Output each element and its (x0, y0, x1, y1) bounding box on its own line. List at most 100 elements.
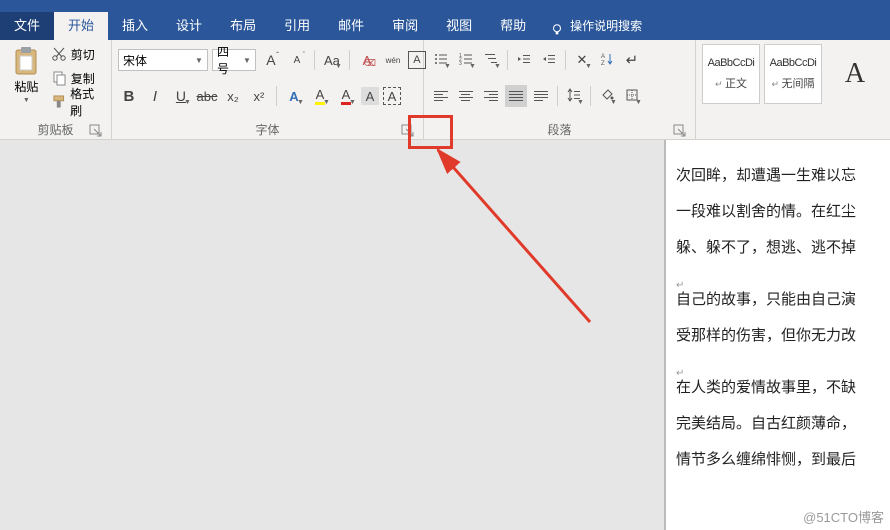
lightbulb-icon (550, 19, 564, 33)
underline-button[interactable]: U▼ (170, 85, 192, 107)
change-case-button[interactable]: Aa▼ (321, 49, 343, 71)
document-page[interactable]: 次回眸，却遭遇一生难以忘 一段难以割舍的情。在红尘 躲、躲不了，想逃、逃不掉 ↵… (665, 140, 890, 530)
style-no-spacing[interactable]: AaBbCcDi 无间隔 (764, 44, 822, 104)
group-clipboard: 粘贴 ▼ 剪切 复制 (0, 40, 112, 139)
font-dialog-launcher[interactable] (401, 124, 415, 138)
tab-help[interactable]: 帮助 (486, 12, 540, 40)
align-right-button[interactable] (480, 85, 502, 107)
sort-icon: AZ (600, 52, 614, 69)
text-line: 躲、躲不了，想逃、逃不掉 (676, 230, 890, 266)
shrink-font-button[interactable]: Aˇ (286, 49, 308, 71)
align-left-button[interactable] (430, 85, 452, 107)
group-styles: AaBbCcDi 正文 AaBbCcDi 无间隔 A (696, 40, 890, 139)
separator (557, 86, 558, 106)
text-line: 次回眸，却遭遇一生难以忘 (676, 158, 890, 194)
align-center-button[interactable] (455, 85, 477, 107)
tab-mailings[interactable]: 邮件 (324, 12, 378, 40)
style-sample: AaBbCcDi (708, 57, 755, 69)
watermark: @51CTO博客 (803, 507, 884, 526)
bold-button[interactable]: B (118, 85, 140, 107)
ribbon-tabs: 文件 开始 插入 设计 布局 引用 邮件 审阅 视图 帮助 操作说明搜索 (0, 12, 890, 40)
tab-home[interactable]: 开始 (54, 12, 108, 40)
style-heading-peek[interactable]: A (826, 44, 884, 104)
cut-button[interactable]: 剪切 (51, 44, 105, 64)
char-border-button[interactable]: A (383, 87, 401, 105)
separator (507, 50, 508, 70)
highlight-button[interactable]: A▼ (309, 85, 331, 107)
font-size-combo[interactable]: 四号 ▼ (212, 49, 256, 71)
chevron-down-icon: ▼ (239, 56, 251, 65)
font-name-value: 宋体 (123, 52, 147, 69)
numbering-button[interactable]: 123 ▼ (455, 49, 477, 71)
align-distribute-button[interactable] (530, 85, 552, 107)
italic-button[interactable]: I (144, 85, 166, 107)
text-line: 一段难以割舍的情。在红尘 (676, 194, 890, 230)
enclose-char-button[interactable]: A (408, 51, 426, 69)
font-size-value: 四号 (217, 43, 239, 77)
tab-review[interactable]: 审阅 (378, 12, 432, 40)
paste-icon (12, 46, 40, 76)
borders-button[interactable]: ▼ (621, 85, 643, 107)
title-strip (0, 0, 890, 12)
align-center-icon (459, 89, 473, 103)
separator (590, 86, 591, 106)
font-color-button[interactable]: A▼ (335, 85, 357, 107)
separator (565, 50, 566, 70)
tell-me-search[interactable]: 操作说明搜索 (540, 12, 652, 40)
bullets-button[interactable]: ▼ (430, 49, 452, 71)
align-justify-button[interactable] (505, 85, 527, 107)
tab-design[interactable]: 设计 (162, 12, 216, 40)
clear-format-button[interactable]: A⌫ (356, 49, 378, 71)
text-direction-button[interactable]: ✕▼ (571, 49, 593, 71)
style-normal[interactable]: AaBbCcDi 正文 (702, 44, 760, 104)
group-paragraph: ▼ 123 ▼ ▼ ✕▼ AZ ↵ (424, 40, 696, 139)
svg-text:3: 3 (459, 61, 462, 66)
tab-layout[interactable]: 布局 (216, 12, 270, 40)
increase-indent-button[interactable] (538, 49, 560, 71)
format-painter-label: 格式刷 (70, 85, 105, 119)
selected-text-line: 受那样的伤害，但你无力改 (676, 327, 856, 344)
tab-insert[interactable]: 插入 (108, 12, 162, 40)
tab-references[interactable]: 引用 (270, 12, 324, 40)
group-label-styles (702, 121, 884, 139)
cut-label: 剪切 (71, 46, 95, 63)
pilcrow-icon: ↵ (626, 51, 639, 69)
separator (276, 86, 277, 106)
show-marks-button[interactable]: ↵ (621, 49, 643, 71)
clipboard-dialog-launcher[interactable] (89, 124, 103, 138)
strike-button[interactable]: abc (196, 85, 218, 107)
decrease-indent-button[interactable] (513, 49, 535, 71)
svg-text:A: A (601, 54, 605, 60)
tab-view[interactable]: 视图 (432, 12, 486, 40)
separator (349, 50, 350, 70)
group-font: 宋体 ▼ 四号 ▼ Aˆ Aˇ Aa▼ A⌫ wén A B I U▼ (112, 40, 424, 139)
brush-icon (51, 94, 66, 110)
subscript-button[interactable]: x₂ (222, 85, 244, 107)
sort-button[interactable]: AZ (596, 49, 618, 71)
copy-icon (51, 70, 67, 86)
paragraph-mark: ↵ (676, 266, 890, 282)
scissors-icon (51, 46, 67, 62)
char-shading-button[interactable]: A (361, 87, 379, 105)
group-label-clipboard: 剪贴板 (6, 121, 105, 139)
text-line: 情节多么缠绵悱恻，到最后 (676, 442, 890, 478)
multilevel-list-button[interactable]: ▼ (480, 49, 502, 71)
group-label-font: 字体 (118, 121, 417, 139)
style-name: 正文 (715, 75, 747, 91)
tab-file[interactable]: 文件 (0, 12, 54, 40)
text-line: 完美结局。自古红颜薄命， (676, 406, 890, 442)
shading-button[interactable]: ▼ (596, 85, 618, 107)
style-name: 无间隔 (771, 75, 814, 91)
phonetic-guide-button[interactable]: wén (382, 49, 404, 71)
format-painter-button[interactable]: 格式刷 (51, 92, 105, 112)
line-spacing-button[interactable]: ▼ (563, 85, 585, 107)
page-gutter (0, 140, 665, 530)
grow-font-button[interactable]: Aˆ (260, 49, 282, 71)
font-name-combo[interactable]: 宋体 ▼ (118, 49, 208, 71)
paste-button[interactable]: 粘贴 ▼ (6, 42, 47, 104)
text-effects-button[interactable]: A▼ (283, 85, 305, 107)
indent-icon (542, 52, 556, 69)
chevron-down-icon: ▼ (191, 56, 203, 65)
superscript-button[interactable]: x² (248, 85, 270, 107)
paragraph-dialog-launcher[interactable] (673, 124, 687, 138)
